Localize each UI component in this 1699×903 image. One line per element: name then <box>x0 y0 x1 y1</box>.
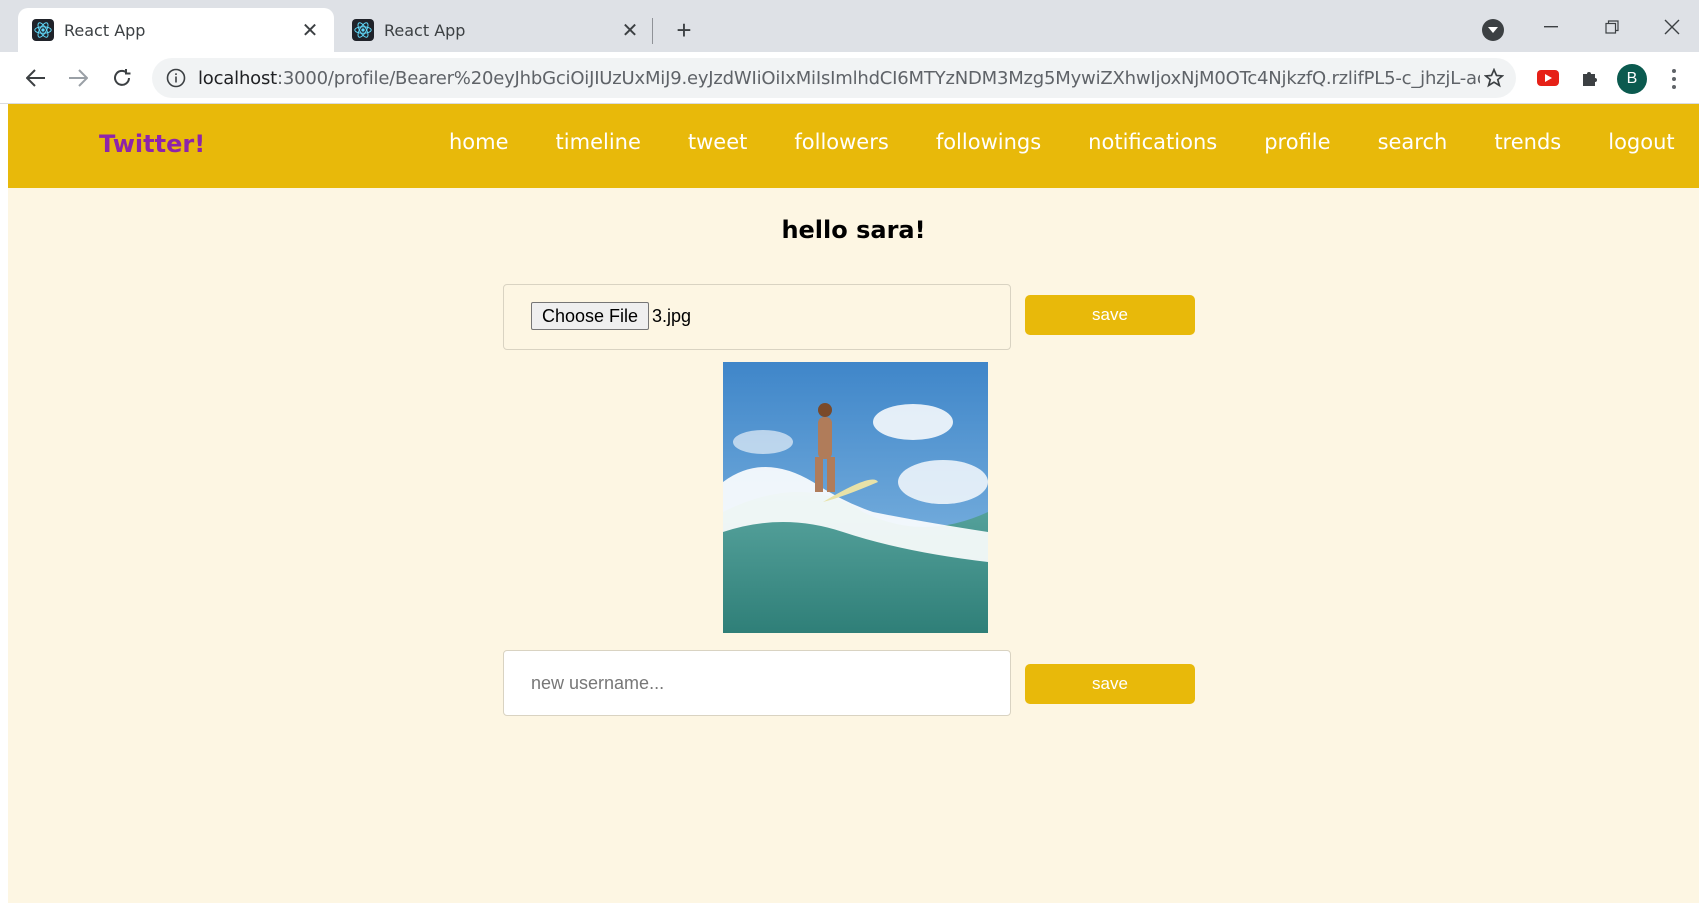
choose-file-button[interactable]: Choose File <box>531 302 650 330</box>
back-arrow-icon[interactable] <box>22 64 50 92</box>
browser-menu-icon[interactable] <box>1664 64 1684 94</box>
address-bar[interactable]: localhost:3000/profile/Bearer%20eyJhbGci… <box>152 58 1516 98</box>
profile-greeting: hello sara! <box>781 216 926 244</box>
nav-link-tweet[interactable]: tweet <box>688 130 747 154</box>
bookmark-star-icon[interactable] <box>1480 64 1508 92</box>
profile-photo <box>723 362 988 633</box>
browser-tab-inactive[interactable]: React App ✕ <box>338 8 654 52</box>
forward-arrow-icon[interactable] <box>64 64 92 92</box>
minimize-icon[interactable] <box>1531 12 1571 42</box>
page-content: Twitter! home timeline tweet followers f… <box>8 104 1699 903</box>
browser-tab-strip: React App ✕ React App ✕ + <box>0 0 1699 52</box>
url-path: :3000/profile/Bearer%20eyJhbGciOiJIUzUxM… <box>277 67 1480 89</box>
nav-link-followers[interactable]: followers <box>794 130 888 154</box>
browser-tab-active[interactable]: React App ✕ <box>18 8 334 52</box>
profile-avatar[interactable]: B <box>1617 64 1647 94</box>
tab-close-icon[interactable]: ✕ <box>618 18 642 43</box>
new-username-input[interactable] <box>504 651 1010 715</box>
nav-link-followings[interactable]: followings <box>936 130 1041 154</box>
browser-toolbar: localhost:3000/profile/Bearer%20eyJhbGci… <box>0 52 1699 104</box>
site-navbar: Twitter! home timeline tweet followers f… <box>8 104 1699 188</box>
react-favicon-icon <box>352 19 374 41</box>
tab-title: React App <box>384 20 466 40</box>
reload-icon[interactable] <box>108 64 136 92</box>
tab-close-icon[interactable]: ✕ <box>298 18 322 43</box>
close-window-icon[interactable] <box>1652 12 1692 42</box>
brand-logo[interactable]: Twitter! <box>99 130 205 158</box>
tab-separator <box>652 18 653 44</box>
url-host: localhost <box>198 67 277 89</box>
nav-links: home timeline tweet followers followings… <box>449 130 1699 154</box>
site-info-icon[interactable] <box>164 66 188 90</box>
new-tab-icon[interactable]: + <box>668 14 700 46</box>
tab-search-icon[interactable] <box>1482 19 1504 41</box>
extensions-puzzle-icon[interactable] <box>1576 64 1604 92</box>
nav-link-trends[interactable]: trends <box>1494 130 1561 154</box>
save-username-button[interactable]: save <box>1025 664 1195 704</box>
nav-link-timeline[interactable]: timeline <box>556 130 641 154</box>
nav-link-notifications[interactable]: notifications <box>1088 130 1217 154</box>
nav-link-profile[interactable]: profile <box>1264 130 1330 154</box>
username-box <box>503 650 1011 716</box>
nav-link-logout[interactable]: logout <box>1608 130 1674 154</box>
youtube-extension-icon[interactable] <box>1534 64 1562 92</box>
url-text[interactable]: localhost:3000/profile/Bearer%20eyJhbGci… <box>198 68 1480 89</box>
nav-link-home[interactable]: home <box>449 130 509 154</box>
tab-title: React App <box>64 20 146 40</box>
selected-file-name: 3.jpg <box>652 306 692 326</box>
react-favicon-icon <box>32 19 54 41</box>
save-photo-button[interactable]: save <box>1025 295 1195 335</box>
restore-icon[interactable] <box>1592 12 1632 42</box>
file-upload-box: Choose File 3.jpg <box>503 284 1011 350</box>
nav-link-search[interactable]: search <box>1378 130 1448 154</box>
